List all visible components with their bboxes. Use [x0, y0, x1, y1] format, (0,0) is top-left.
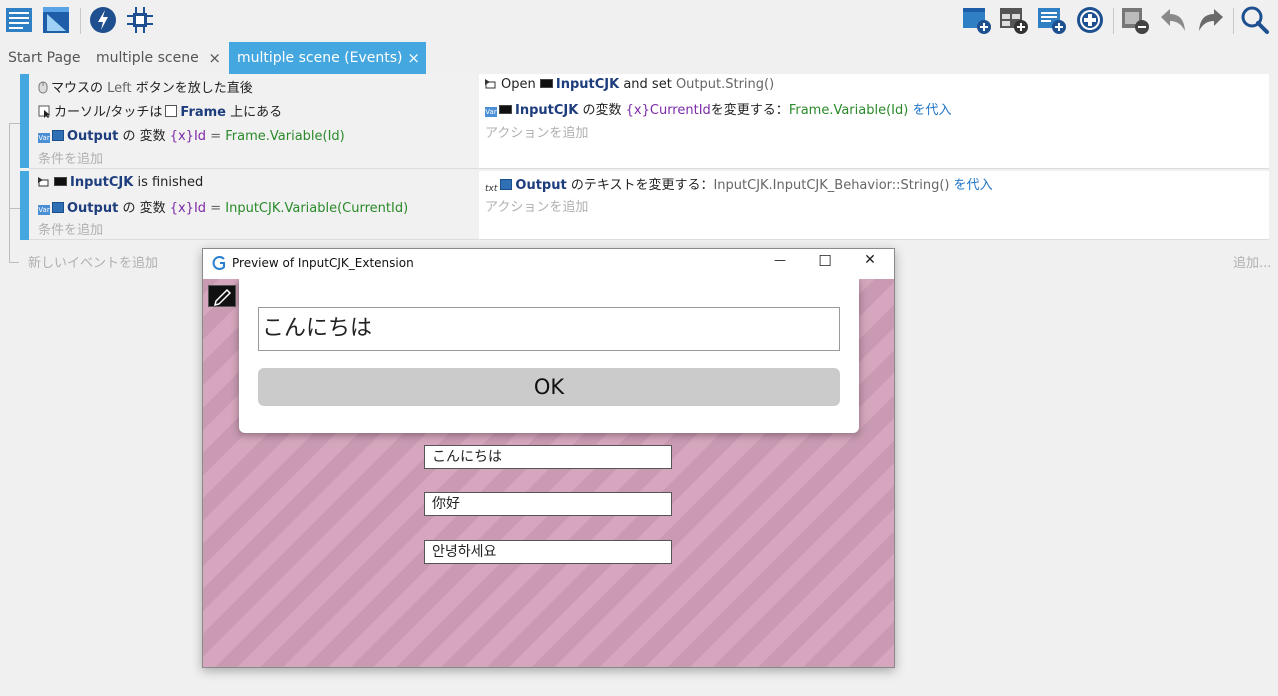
text-action-icon: txt	[485, 184, 498, 194]
tab-start-page[interactable]: Start Page	[0, 42, 86, 74]
condition-cursor-on-object[interactable]: カーソル/タッチは Frame 上にある	[38, 101, 282, 122]
text-input-box[interactable]: 你好	[424, 492, 672, 516]
gdevelop-logo-icon	[212, 256, 226, 274]
add-action-link[interactable]: アクションを追加	[485, 122, 588, 141]
event-1-actions[interactable]: Open InputCJK and set Output.String() Va…	[479, 74, 1269, 169]
events-extension-icon[interactable]	[88, 5, 118, 35]
text-object-icon	[52, 130, 64, 141]
condition-variable-compare[interactable]: Var Output の 変数 {x}Id = InputCJK.Variable…	[38, 197, 408, 216]
add-action-link[interactable]: アクションを追加	[485, 196, 588, 215]
action-set-text[interactable]: txt Output のテキストを変更する：InputCJK.InputCJK_B…	[485, 174, 993, 194]
toolbar	[0, 0, 1278, 42]
tab-multiple-scene[interactable]: multiple scene ×	[88, 42, 227, 74]
search-icon[interactable]	[1240, 5, 1270, 35]
add-comment-icon[interactable]	[1037, 5, 1067, 35]
tree-line	[9, 123, 10, 263]
condition-inputcjk-finished[interactable]: InputCJK is finished	[38, 175, 203, 192]
undo-icon[interactable]	[1158, 5, 1188, 35]
ok-button[interactable]: OK	[258, 368, 840, 406]
text-input-box[interactable]: こんにちは	[424, 445, 672, 469]
tab-multiple-scene-events[interactable]: multiple scene (Events) ×	[229, 42, 426, 74]
close-icon[interactable]: ×	[208, 42, 221, 74]
tab-bar: Start Page multiple scene × multiple sce…	[0, 42, 1278, 74]
add-subevent-icon[interactable]	[999, 5, 1029, 35]
behavior-icon	[38, 177, 51, 192]
action-open-inputcjk[interactable]: Open InputCJK and set Output.String()	[485, 77, 774, 94]
add-condition-link[interactable]: 条件を追加	[38, 148, 103, 167]
tab-label: multiple scene (Events)	[237, 50, 403, 66]
input-dialog: こんにちは OK	[239, 279, 859, 433]
cursor-icon	[38, 105, 51, 122]
redo-icon[interactable]	[1196, 5, 1226, 35]
event-1-conditions[interactable]: マウスの Left ボタンを放した直後 カーソル/タッチは Frame 上にある …	[29, 74, 478, 169]
preview-window: Preview of InputCJK_Extension — ☐ ✕ こんにち…	[202, 248, 895, 668]
variable-icon: Var	[38, 133, 50, 143]
text-object-icon	[500, 179, 513, 190]
add-event-icon[interactable]	[962, 5, 992, 35]
add-more-icon[interactable]	[1075, 5, 1105, 35]
preview-title-bar[interactable]: Preview of InputCJK_Extension — ☐ ✕	[203, 249, 894, 278]
edit-pencil-icon[interactable]	[208, 285, 236, 307]
dialog-text-input[interactable]: こんにちは	[258, 307, 840, 351]
add-more-link[interactable]: 追加...	[1233, 252, 1271, 271]
action-set-variable[interactable]: Var InputCJK の変数 {x}CurrentIdを変更する：Frame.…	[485, 99, 951, 118]
event-1-handle[interactable]	[20, 74, 29, 168]
behavior-icon	[485, 79, 498, 94]
scene-window-icon[interactable]	[41, 5, 71, 35]
debugger-icon[interactable]	[125, 5, 155, 35]
variable-brace-icon: {x}	[169, 129, 194, 144]
event-2-handle[interactable]	[20, 171, 29, 240]
variable-brace-icon: {x}	[625, 103, 650, 118]
inputcjk-object-icon	[539, 79, 553, 88]
event-2-actions[interactable]: txt Output のテキストを変更する：InputCJK.InputCJK_B…	[479, 171, 1269, 240]
condition-mouse-released[interactable]: マウスの Left ボタンを放した直後	[38, 77, 253, 98]
variable-icon: Var	[38, 205, 50, 215]
minimize-button[interactable]: —	[770, 253, 790, 267]
add-new-event-link[interactable]: 新しいイベントを追加	[28, 252, 158, 271]
variable-brace-icon: {x}	[169, 201, 194, 216]
maximize-button[interactable]: ☐	[815, 252, 835, 270]
add-condition-link[interactable]: 条件を追加	[38, 219, 103, 238]
delete-event-icon[interactable]	[1120, 5, 1150, 35]
inputcjk-object-icon	[499, 105, 512, 114]
text-input-box[interactable]: 안녕하세요	[424, 540, 672, 564]
condition-variable-compare[interactable]: Var Output の 変数 {x}Id = Frame.Variable(Id…	[38, 125, 345, 144]
close-icon[interactable]: ×	[407, 42, 420, 74]
close-window-button[interactable]: ✕	[860, 252, 880, 268]
tab-label: Start Page	[8, 50, 81, 66]
inputcjk-object-icon	[54, 177, 67, 186]
frame-object-icon	[165, 105, 178, 117]
event-2-conditions[interactable]: InputCJK is finished Var Output の 変数 {x}I…	[29, 171, 478, 240]
tab-label: multiple scene	[96, 50, 199, 66]
mouse-icon	[38, 81, 48, 98]
preview-title: Preview of InputCJK_Extension	[232, 256, 414, 270]
variable-icon: Var	[485, 107, 497, 117]
text-object-icon	[52, 202, 64, 213]
project-manager-icon[interactable]	[4, 5, 34, 35]
game-canvas[interactable]: こんにちは 你好 안녕하세요 こんにちは OK	[203, 279, 894, 667]
